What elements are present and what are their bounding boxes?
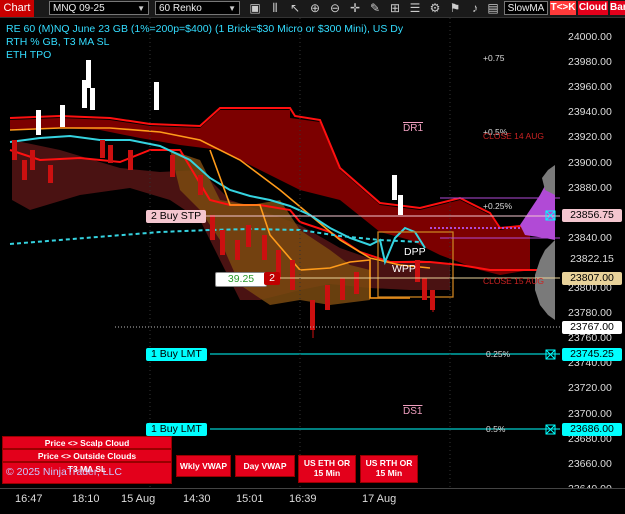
ds1-label: DS1 [403, 406, 423, 417]
cloud-button[interactable]: Cloud [578, 1, 608, 15]
day-vwap-button[interactable]: Day VWAP [235, 455, 295, 477]
grid-icon[interactable]: ⊞ [386, 0, 404, 17]
price-label-ma: 23822.15 [562, 253, 622, 266]
price-tick: 23940.00 [568, 106, 612, 119]
price-label-buy-lmt-1: 23745.25 [562, 348, 622, 361]
level-close-14: CLOSE 14 AUG [483, 131, 544, 141]
strategies-icon[interactable]: ⚑ [446, 0, 464, 17]
header-line-2: ETH TPO [6, 49, 52, 61]
time-tick: 14:30 [183, 493, 211, 505]
level-close-15: CLOSE 15 AUG [483, 276, 544, 286]
time-tick: 16:47 [15, 493, 43, 505]
bar-button[interactable]: Bar [610, 1, 625, 15]
buy-lmt-order-1[interactable]: 1 Buy LMT [146, 348, 207, 361]
chart-header: RE 60 (M)NQ June 23 GB (1%=200p=$400) (1… [6, 23, 426, 62]
position-pnl[interactable]: 39.25 [215, 272, 267, 287]
price-tick: 23900.00 [568, 156, 612, 169]
pointer-icon[interactable]: ↖ [286, 0, 304, 17]
price-chart-canvas[interactable] [0, 18, 560, 488]
crosshair-icon[interactable]: ✛ [346, 0, 364, 17]
tlc-button[interactable]: T<>K [550, 1, 576, 15]
templates-icon[interactable]: ▤ [484, 0, 502, 17]
price-tick: 23980.00 [568, 56, 612, 69]
outside-clouds-button[interactable]: Price <> Outside Clouds [2, 449, 172, 462]
chevron-down-icon: ▼ [137, 4, 145, 13]
level-plus-025: +0.25% [483, 201, 513, 211]
price-tick: 23960.00 [568, 81, 612, 94]
time-tick: 16:39 [289, 493, 317, 505]
instrument-value: MNQ 09-25 [53, 3, 105, 14]
chart-toolbar: Chart MNQ 09-25 ▼ 60 Renko ▼ ▣ ⫴ ↖ ⊕ ⊖ ✛ ✎… [0, 0, 625, 18]
price-tick: 23880.00 [568, 181, 612, 194]
level-minus-025: 0.25% [486, 349, 511, 359]
level-plus-075: +0.75 [483, 53, 505, 63]
dr1-label: DR1 [403, 123, 424, 134]
price-tick: 23660.00 [568, 457, 612, 470]
zoom-out-icon[interactable]: ⊖ [326, 0, 344, 17]
copyright-text: © 2025 NinjaTrader, LLC [6, 466, 122, 478]
price-tick: 23840.00 [568, 231, 612, 244]
chart-trader-icon[interactable]: ☰ [406, 0, 424, 17]
scalp-cloud-button[interactable]: Price <> Scalp Cloud [2, 436, 172, 449]
price-label-last: 23767.00 [562, 321, 622, 334]
wpp-label: WPP [392, 263, 416, 275]
alerts-icon[interactable]: ♪ [466, 0, 484, 17]
price-label-buy-lmt-2: 23686.00 [562, 423, 622, 436]
position-qty[interactable]: 2 [264, 272, 280, 285]
time-tick: 18:10 [72, 493, 100, 505]
buy-lmt-order-2[interactable]: 1 Buy LMT [146, 423, 207, 436]
price-tick: 24000.00 [568, 31, 612, 43]
properties-icon[interactable]: ⚙ [426, 0, 444, 17]
instrument-selector[interactable]: MNQ 09-25 ▼ [49, 1, 149, 15]
time-tick: 17 Aug [362, 493, 397, 505]
price-label-position: 23807.00 [562, 272, 622, 285]
interval-selector[interactable]: 60 Renko ▼ [155, 1, 240, 15]
draw-icon[interactable]: ✎ [366, 0, 384, 17]
indicator-selector[interactable]: SlowMA [504, 1, 548, 15]
price-label-buy-stp: 23856.75 [562, 209, 622, 222]
dpp-label: DPP [404, 246, 426, 258]
data-box-icon[interactable]: ▣ [246, 0, 264, 17]
level-minus-05: 0.5% [486, 424, 506, 434]
us-eth-or-button[interactable]: US ETH OR 15 Min [298, 455, 356, 483]
chevron-down-icon: ▼ [228, 4, 236, 13]
bars-icon[interactable]: ⫴ [266, 0, 284, 17]
header-line-1: RE 60 (M)NQ June 23 GB (1%=200p=$400) (1… [6, 23, 404, 48]
us-rth-or-button[interactable]: US RTH OR 15 Min [360, 455, 418, 483]
price-tick: 23780.00 [568, 307, 612, 320]
price-tick: 23700.00 [568, 407, 612, 420]
time-tick: 15:01 [236, 493, 264, 505]
price-tick: 23720.00 [568, 382, 612, 395]
zoom-in-icon[interactable]: ⊕ [306, 0, 324, 17]
wkly-vwap-button[interactable]: Wkly VWAP [176, 455, 231, 477]
price-tick: 23920.00 [568, 131, 612, 144]
time-tick: 15 Aug [121, 493, 156, 505]
buy-stp-order[interactable]: 2 Buy STP [146, 210, 207, 223]
interval-value: 60 Renko [159, 3, 202, 14]
chart-menu-button[interactable]: Chart [0, 0, 34, 17]
